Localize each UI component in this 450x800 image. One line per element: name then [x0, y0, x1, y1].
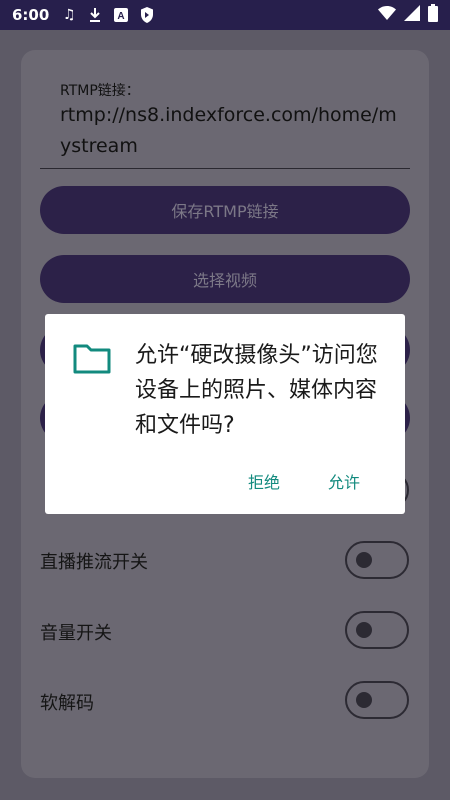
toggle-knob: [356, 552, 372, 568]
save-rtmp-button-label: 保存RTMP链接: [171, 202, 279, 221]
toggle-knob: [356, 692, 372, 708]
deny-button[interactable]: 拒绝: [248, 469, 280, 493]
soft-decode-toggle[interactable]: [345, 681, 409, 719]
shield-icon: [137, 5, 157, 25]
permission-dialog: 允许“硬改摄像头”访问您设备上的照片、媒体内容和文件吗? 拒绝 允许: [45, 314, 405, 514]
volume-toggle-label: 音量开关: [40, 623, 112, 644]
battery-icon: [428, 4, 438, 26]
font-a-icon: A: [111, 5, 131, 25]
select-video-button-label: 选择视频: [192, 271, 257, 290]
volume-toggle[interactable]: [345, 611, 409, 649]
svg-text:A: A: [118, 11, 125, 22]
download-icon: [85, 5, 105, 25]
stream-push-toggle-label: 直播推流开关: [40, 552, 148, 573]
music-note-icon: ♫: [63, 7, 76, 23]
wifi-icon: [378, 5, 396, 25]
folder-icon: [73, 344, 111, 374]
rtmp-input-underline: [40, 168, 410, 169]
signal-icon: [404, 5, 420, 25]
save-rtmp-button[interactable]: 保存RTMP链接: [40, 186, 410, 234]
status-bar: 6:00 ♫ A: [0, 0, 450, 30]
permission-message: 允许“硬改摄像头”访问您设备上的照片、媒体内容和文件吗?: [135, 343, 378, 438]
select-video-button[interactable]: 选择视频: [40, 255, 410, 303]
allow-button[interactable]: 允许: [328, 469, 360, 493]
stream-push-toggle[interactable]: [345, 541, 409, 579]
rtmp-url-input[interactable]: rtmp://ns8.indexforce.com/home/mystream: [60, 100, 400, 162]
rtmp-label: RTMP链接：: [60, 83, 140, 99]
soft-decode-toggle-label: 软解码: [40, 693, 94, 714]
status-time: 6:00: [12, 6, 50, 24]
toggle-knob: [356, 622, 372, 638]
